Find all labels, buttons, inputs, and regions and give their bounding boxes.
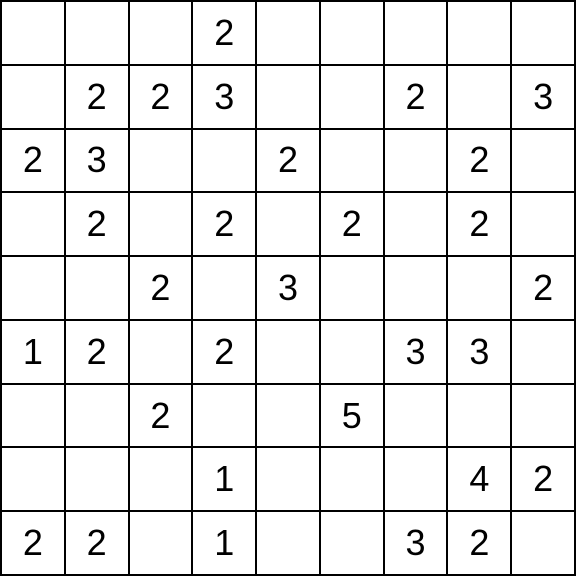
grid-cell[interactable] bbox=[256, 65, 320, 129]
grid-cell[interactable] bbox=[129, 511, 193, 575]
grid-cell[interactable]: 2 bbox=[320, 192, 384, 256]
grid-cell[interactable] bbox=[192, 256, 256, 320]
grid-cell[interactable]: 2 bbox=[192, 192, 256, 256]
grid-cell[interactable]: 3 bbox=[256, 256, 320, 320]
grid-cell[interactable] bbox=[129, 1, 193, 65]
grid-cell[interactable] bbox=[384, 129, 448, 193]
grid-cell[interactable] bbox=[447, 256, 511, 320]
grid-cell[interactable] bbox=[256, 384, 320, 448]
grid-cell[interactable] bbox=[192, 129, 256, 193]
grid-cell[interactable]: 1 bbox=[192, 447, 256, 511]
grid-cell[interactable] bbox=[511, 511, 575, 575]
grid-cell[interactable] bbox=[1, 1, 65, 65]
grid-cell[interactable] bbox=[320, 447, 384, 511]
grid-cell[interactable] bbox=[511, 192, 575, 256]
grid-cell[interactable] bbox=[65, 256, 129, 320]
grid-cell[interactable] bbox=[65, 447, 129, 511]
grid-cell[interactable] bbox=[129, 447, 193, 511]
grid-cell[interactable]: 2 bbox=[65, 192, 129, 256]
grid-cell[interactable] bbox=[256, 511, 320, 575]
grid-cell[interactable]: 2 bbox=[1, 511, 65, 575]
grid-cell[interactable] bbox=[447, 1, 511, 65]
grid-cell[interactable]: 2 bbox=[384, 65, 448, 129]
grid-cell[interactable]: 2 bbox=[192, 1, 256, 65]
grid-cell[interactable] bbox=[511, 1, 575, 65]
grid-cell[interactable] bbox=[384, 447, 448, 511]
grid-cell[interactable]: 3 bbox=[384, 320, 448, 384]
grid-cell[interactable] bbox=[129, 320, 193, 384]
grid-cell[interactable]: 2 bbox=[1, 129, 65, 193]
grid-cell[interactable]: 2 bbox=[192, 320, 256, 384]
grid-cell[interactable] bbox=[384, 384, 448, 448]
grid-cell[interactable] bbox=[384, 1, 448, 65]
grid-cell[interactable] bbox=[320, 256, 384, 320]
grid-cell[interactable]: 3 bbox=[511, 65, 575, 129]
grid-cell[interactable] bbox=[511, 320, 575, 384]
grid-cell[interactable] bbox=[1, 256, 65, 320]
grid-cell[interactable]: 5 bbox=[320, 384, 384, 448]
grid-cell[interactable] bbox=[511, 129, 575, 193]
grid-cell[interactable] bbox=[256, 1, 320, 65]
grid-cell[interactable] bbox=[447, 65, 511, 129]
grid-cell[interactable] bbox=[256, 320, 320, 384]
grid-cell[interactable]: 2 bbox=[129, 384, 193, 448]
grid-cell[interactable]: 2 bbox=[511, 447, 575, 511]
grid-cell[interactable]: 2 bbox=[447, 192, 511, 256]
grid-cell[interactable] bbox=[384, 192, 448, 256]
grid-cell[interactable] bbox=[1, 447, 65, 511]
grid-cell[interactable]: 3 bbox=[447, 320, 511, 384]
grid-cell[interactable]: 2 bbox=[511, 256, 575, 320]
grid-cell[interactable] bbox=[129, 129, 193, 193]
grid-cell[interactable] bbox=[65, 384, 129, 448]
grid-cell[interactable]: 2 bbox=[447, 511, 511, 575]
grid-cell[interactable]: 2 bbox=[65, 511, 129, 575]
grid-cell[interactable]: 4 bbox=[447, 447, 511, 511]
grid-cell[interactable] bbox=[384, 256, 448, 320]
grid-cell[interactable] bbox=[320, 1, 384, 65]
grid-cell[interactable] bbox=[65, 1, 129, 65]
grid-cell[interactable]: 2 bbox=[65, 65, 129, 129]
grid-cell[interactable]: 2 bbox=[65, 320, 129, 384]
grid-cell[interactable]: 3 bbox=[192, 65, 256, 129]
grid-cell[interactable]: 2 bbox=[447, 129, 511, 193]
grid-cell[interactable]: 1 bbox=[192, 511, 256, 575]
grid-cell[interactable] bbox=[511, 384, 575, 448]
grid-cell[interactable]: 2 bbox=[129, 256, 193, 320]
grid-cell[interactable] bbox=[320, 320, 384, 384]
grid-cell[interactable] bbox=[320, 511, 384, 575]
grid-cell[interactable] bbox=[1, 65, 65, 129]
grid-cell[interactable] bbox=[320, 129, 384, 193]
grid-cell[interactable] bbox=[192, 384, 256, 448]
grid-cell[interactable] bbox=[320, 65, 384, 129]
grid-cell[interactable] bbox=[1, 384, 65, 448]
grid-cell[interactable] bbox=[1, 192, 65, 256]
grid-cell[interactable]: 2 bbox=[256, 129, 320, 193]
grid-cell[interactable] bbox=[447, 384, 511, 448]
grid-cell[interactable]: 3 bbox=[384, 511, 448, 575]
grid-cell[interactable] bbox=[129, 192, 193, 256]
puzzle-grid: 22232323222222232122332514222132 bbox=[0, 0, 576, 576]
grid-cell[interactable]: 1 bbox=[1, 320, 65, 384]
grid-cell[interactable] bbox=[256, 447, 320, 511]
grid-cell[interactable] bbox=[256, 192, 320, 256]
grid-cell[interactable]: 2 bbox=[129, 65, 193, 129]
grid-cell[interactable]: 3 bbox=[65, 129, 129, 193]
